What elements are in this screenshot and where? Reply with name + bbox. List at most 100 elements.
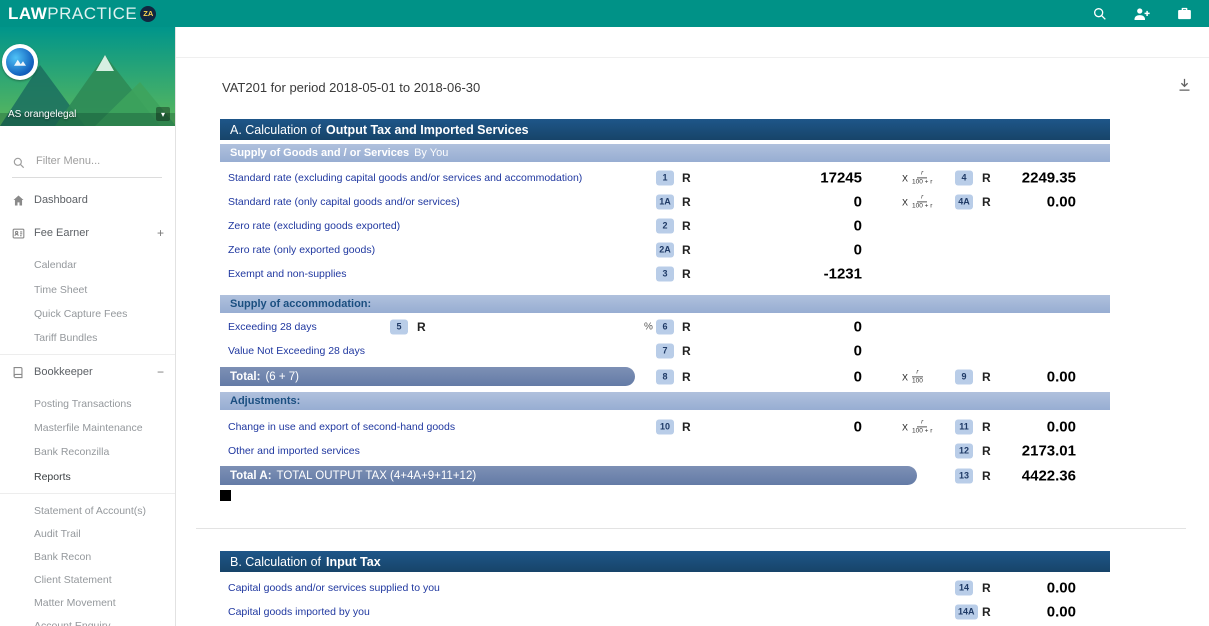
tax-fraction: X r100 + r (902, 193, 932, 210)
accommodation-rows: Exceeding 28 days 5 R % 6 R 0 Value Not … (220, 315, 1110, 363)
expand-toggle[interactable]: + (157, 226, 164, 240)
total-a-bar: Total A: TOTAL OUTPUT TAX (4+4A+9+11+12) (220, 466, 917, 485)
total-label-rest: (6 + 7) (265, 371, 299, 383)
field-code-badge: 6 (656, 320, 674, 335)
field-code-badge: 11 (955, 420, 973, 435)
vat-row-1a: Standard rate (only capital goods and/or… (220, 190, 1110, 214)
fraction-numerator: r (917, 169, 927, 178)
total-label-bold: Total: (230, 371, 260, 383)
sidebar-item-account-enquiry[interactable]: Account Enquiry (0, 615, 176, 626)
vat-row-10-11: Change in use and export of second-hand … (220, 415, 1110, 439)
field-code-badge: 13 (955, 469, 973, 484)
currency-symbol: R (682, 320, 691, 334)
tax-fraction: X r100 + r (902, 169, 932, 186)
field-value: 2249.35 (1022, 170, 1076, 187)
section-a-title: Output Tax and Imported Services (326, 123, 529, 137)
filter-search-icon (12, 156, 26, 170)
sidebar-item-label: Masterfile Maintenance (34, 422, 143, 434)
sidebar-item-quick-capture-fees[interactable]: Quick Capture Fees (0, 303, 176, 325)
sidebar-item-bank-recon[interactable]: Bank Recon (0, 546, 176, 568)
sidebar-item-reports[interactable]: Reports − (0, 466, 176, 488)
sidebar-item-label: Reports (34, 471, 71, 483)
page-title: VAT201 for period 2018-05-01 to 2018-06-… (222, 80, 480, 95)
brand-za-badge: ZA (140, 6, 156, 22)
fraction-denominator: 100 + r (912, 203, 932, 211)
menu-filter (0, 151, 176, 177)
sidebar-item-masterfile-maintenance[interactable]: Masterfile Maintenance + (0, 417, 176, 439)
fraction-numerator: r (917, 193, 927, 202)
sidebar-item-label: Quick Capture Fees (34, 308, 127, 320)
currency-symbol: R (682, 344, 691, 358)
sidebar-item-audit-trail[interactable]: Audit Trail (0, 523, 176, 545)
currency-symbol: R (682, 267, 691, 281)
search-icon[interactable] (1091, 5, 1109, 23)
sidebar-item-bookkeeper[interactable]: Bookkeeper − (0, 361, 176, 383)
total-a-row: Total A: TOTAL OUTPUT TAX (4+4A+9+11+12)… (220, 464, 1110, 488)
accommodation-subheader-text: Supply of accommodation: (230, 298, 371, 310)
currency-symbol: R (982, 581, 991, 595)
currency-symbol: R (417, 320, 426, 334)
field-value: 0 (854, 343, 862, 360)
briefcase-icon[interactable] (1175, 5, 1193, 23)
multiply-sign: X (902, 173, 908, 183)
sidebar-item-matter-movement[interactable]: Matter Movement (0, 592, 176, 614)
sidebar-item-label: Bookkeeper (34, 366, 93, 378)
sidebar-item-tariff-bundles[interactable]: Tariff Bundles (0, 327, 176, 349)
sidebar-divider (0, 493, 176, 494)
collapse-toggle[interactable]: − (157, 365, 164, 379)
account-name: AS orangelegal (8, 109, 76, 120)
row-label: Zero rate (only exported goods) (228, 244, 375, 256)
percent-sign: % (644, 322, 653, 333)
vat-row-2: Zero rate (excluding goods exported) 2 R… (220, 214, 1110, 238)
section-divider (196, 528, 1186, 529)
brand-logo[interactable]: LAW PRACTICE ZA (8, 4, 156, 24)
field-code-badge: 3 (656, 267, 674, 282)
field-code-badge: 5 (390, 320, 408, 335)
row-label: Exempt and non-supplies (228, 268, 347, 280)
sidebar-item-statement-of-accounts[interactable]: Statement of Account(s) (0, 500, 176, 522)
main-content: VAT201 for period 2018-05-01 to 2018-06-… (176, 27, 1209, 626)
field-value: 2173.01 (1022, 443, 1076, 460)
sidebar-item-posting-transactions[interactable]: Posting Transactions + (0, 393, 176, 415)
add-user-icon[interactable] (1133, 5, 1151, 23)
currency-symbol: R (682, 420, 691, 434)
top-app-bar: LAW PRACTICE ZA (0, 0, 1209, 27)
field-code-badge: 10 (656, 420, 674, 435)
field-code-badge: 14 (955, 581, 973, 596)
field-value: 0 (854, 194, 862, 211)
account-menu-caret[interactable]: ▾ (156, 107, 170, 121)
sidebar-item-bank-reconzilla[interactable]: Bank Reconzilla (0, 441, 176, 463)
avatar[interactable] (2, 44, 38, 80)
field-code-badge: 2 (656, 219, 674, 234)
id-badge-icon (11, 226, 26, 241)
fraction-numerator: r (912, 368, 922, 377)
profile-panel[interactable]: AS orangelegal ▾ (0, 27, 176, 126)
download-icon[interactable] (1177, 77, 1193, 93)
currency-symbol: R (982, 469, 991, 483)
field-code-badge: 9 (955, 370, 973, 385)
field-code-badge: 4A (955, 195, 973, 210)
field-code-badge: 7 (656, 344, 674, 359)
multiply-sign: X (902, 372, 908, 382)
vat-row-1: Standard rate (excluding capital goods a… (220, 166, 1110, 190)
sidebar-item-client-statement[interactable]: Client Statement (0, 569, 176, 591)
multiply-sign: X (902, 422, 908, 432)
sidebar-item-calendar[interactable]: Calendar (0, 254, 176, 276)
vat-row-5-6: Exceeding 28 days 5 R % 6 R 0 (220, 315, 1110, 339)
sidebar-item-time-sheet[interactable]: Time Sheet (0, 279, 176, 301)
sidebar-item-label: Bank Reconzilla (34, 446, 109, 458)
currency-symbol: R (682, 171, 691, 185)
vat-row-14a: Capital goods imported by you 14A R 0.00 (220, 600, 1110, 624)
sidebar-item-dashboard[interactable]: Dashboard (0, 189, 176, 211)
field-value: 0.00 (1047, 369, 1076, 386)
sidebar: AS orangelegal ▾ Dashboard Fee Earner + … (0, 27, 176, 626)
section-b-prefix: B. Calculation of (230, 555, 321, 569)
row-label: Change in use and export of second-hand … (228, 421, 455, 433)
section-b-header: B. Calculation of Input Tax (220, 551, 1110, 572)
sidebar-item-fee-earner[interactable]: Fee Earner + (0, 222, 176, 244)
field-value: 0 (854, 242, 862, 259)
vat-row-14: Capital goods and/or services supplied t… (220, 576, 1110, 600)
sidebar-item-label: Audit Trail (34, 528, 81, 540)
filter-menu-input[interactable] (34, 154, 162, 168)
field-code-badge: 12 (955, 444, 973, 459)
